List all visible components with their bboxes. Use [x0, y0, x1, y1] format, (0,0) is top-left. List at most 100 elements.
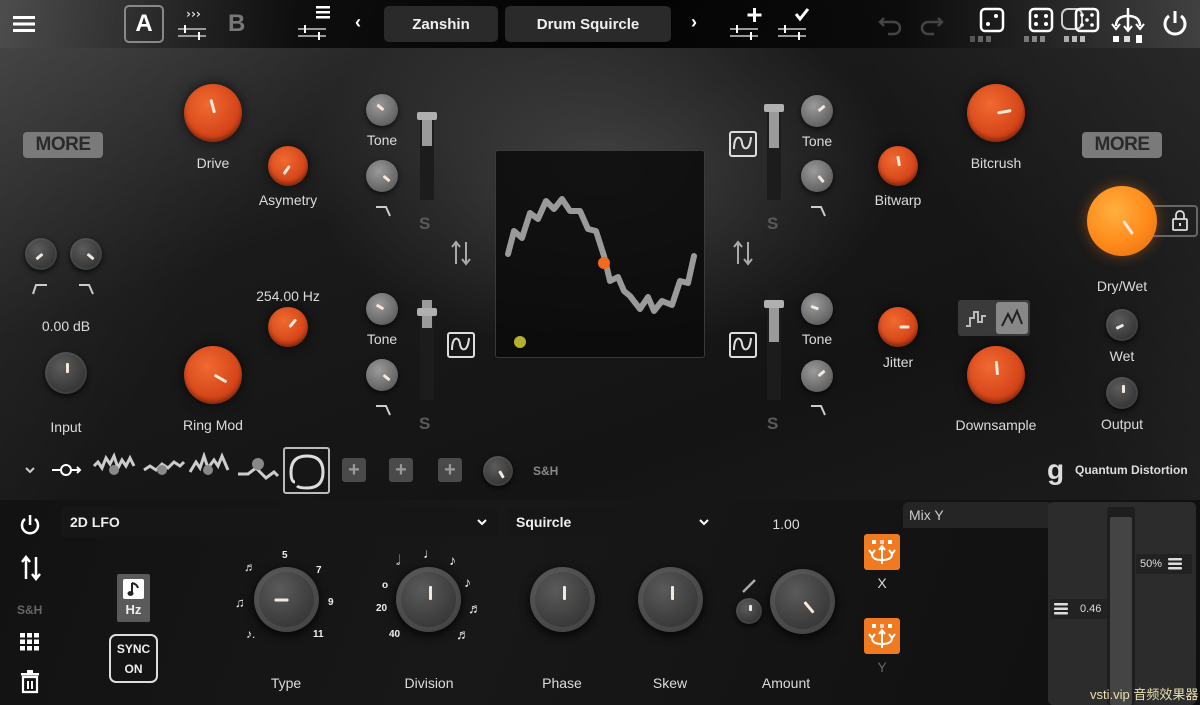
undo-icon[interactable]: [878, 10, 904, 36]
dice-2-icon[interactable]: [968, 6, 1008, 44]
downsample-mode-toggle: [958, 300, 1030, 336]
sample-hold-toggle[interactable]: S&H: [17, 603, 42, 617]
ring-mod-frequency-knob[interactable]: [268, 307, 308, 347]
solo-button-top[interactable]: S: [419, 214, 430, 234]
type-label: Type: [270, 675, 302, 691]
bitcrush-lowpass-knob-top[interactable]: [801, 160, 833, 192]
downsample-knob[interactable]: [967, 346, 1025, 404]
preset-selector[interactable]: Drum Squircle: [505, 6, 671, 42]
sine-wave-icon[interactable]: [447, 332, 475, 358]
phase-knob[interactable]: [530, 567, 595, 632]
bitcrush-mix-slider-bottom[interactable]: [764, 290, 784, 400]
sine-wave-icon[interactable]: [729, 332, 757, 358]
save-preset-icon[interactable]: [776, 4, 812, 40]
random-source-2-icon[interactable]: [142, 452, 186, 484]
mix-value-handle[interactable]: 0.46: [1050, 599, 1107, 619]
mix-percent-handle[interactable]: 50%: [1136, 554, 1192, 574]
y-modulation-target-button[interactable]: [864, 618, 900, 654]
randomize-routing-icon[interactable]: [1110, 6, 1146, 44]
mix-percent-value: 50%: [1140, 558, 1163, 570]
distortion-tone-knob-top[interactable]: [366, 94, 398, 126]
sync-button[interactable]: SYNC ON: [109, 634, 158, 683]
bitcrush-lowpass-knob-bottom[interactable]: [801, 360, 833, 392]
bitwarp-knob[interactable]: [878, 146, 918, 186]
bank-selector[interactable]: Zanshin: [384, 6, 498, 42]
next-preset-button[interactable]: ›: [691, 12, 697, 33]
output-knob[interactable]: [1106, 377, 1138, 409]
bitcrush-tone-knob-top[interactable]: [801, 95, 833, 127]
preset-b-button[interactable]: B: [228, 10, 245, 38]
previous-preset-button[interactable]: ‹: [355, 12, 361, 33]
type-knob[interactable]: [254, 567, 319, 632]
amount-knob[interactable]: [770, 569, 835, 634]
asymetry-knob[interactable]: [268, 146, 308, 186]
solo-button-bottom[interactable]: S: [767, 414, 778, 434]
dice-4-icon[interactable]: [1022, 6, 1062, 44]
grid-icon[interactable]: [19, 632, 41, 652]
linear-mode-icon[interactable]: [996, 302, 1028, 334]
swap-icon[interactable]: [732, 240, 754, 266]
preset-a-button[interactable]: A: [124, 5, 164, 43]
ring-mod-knob[interactable]: [184, 346, 242, 404]
lfo-origin-dot[interactable]: [514, 336, 526, 348]
lfo-type-dropdown[interactable]: 2D LFO: [62, 507, 498, 537]
xy-pad[interactable]: [495, 150, 705, 358]
bitcrush-mix-slider-top[interactable]: [764, 104, 784, 200]
more-left-button[interactable]: MORE: [23, 132, 103, 158]
skew-knob[interactable]: [638, 567, 703, 632]
swap-icon[interactable]: [18, 554, 44, 582]
save-new-preset-icon[interactable]: [728, 4, 764, 40]
low-cut-knob[interactable]: [25, 238, 57, 270]
mix-value: 0.46: [1080, 603, 1102, 615]
copy-a-to-b-icon[interactable]: ›››: [176, 4, 210, 40]
add-modulator-button-1[interactable]: +: [342, 458, 366, 482]
more-right-button[interactable]: MORE: [1082, 132, 1162, 158]
step-mode-icon[interactable]: [958, 300, 994, 336]
random-source-1-icon[interactable]: [92, 452, 136, 484]
lfo-shape-dropdown[interactable]: Squircle: [508, 507, 720, 537]
solo-button-bottom[interactable]: S: [419, 414, 430, 434]
rate-mode-toggle[interactable]: Hz: [117, 574, 150, 622]
dry-wet-knob[interactable]: [1087, 186, 1157, 256]
x-modulation-target-button[interactable]: [864, 534, 900, 570]
distortion-mix-slider-top[interactable]: [417, 112, 437, 200]
redo-icon[interactable]: [918, 10, 944, 36]
preset-list-icon[interactable]: [296, 4, 332, 40]
mix-panel: 50% 0.46: [1048, 502, 1196, 705]
lfo-2d-source-selected[interactable]: [283, 447, 330, 494]
swap-icon[interactable]: [450, 240, 472, 266]
wet-knob[interactable]: [1106, 309, 1138, 341]
high-cut-knob[interactable]: [70, 238, 102, 270]
envelope-source-icon[interactable]: [236, 452, 280, 484]
power-icon[interactable]: [18, 512, 42, 538]
distortion-lowpass-knob-bottom[interactable]: [366, 359, 398, 391]
jitter-knob[interactable]: [878, 307, 918, 347]
random-source-3-icon[interactable]: [188, 452, 232, 484]
dotted-note-icon: ♪.: [246, 627, 256, 641]
bitcrush-knob[interactable]: [967, 84, 1025, 142]
chevron-down-icon[interactable]: [22, 462, 38, 478]
sine-wave-icon[interactable]: [729, 131, 757, 157]
division-knob[interactable]: [396, 567, 461, 632]
trash-icon[interactable]: [19, 669, 41, 695]
distortion-tone-knob-bottom[interactable]: [366, 293, 398, 325]
distortion-mix-slider-bottom[interactable]: [417, 290, 437, 400]
power-icon[interactable]: [1160, 8, 1190, 38]
dice-multi-icon[interactable]: [1060, 6, 1104, 44]
distortion-lowpass-knob-top[interactable]: [366, 160, 398, 192]
drive-knob[interactable]: [184, 84, 242, 142]
sample-hold-knob[interactable]: [483, 456, 513, 486]
input-label: Input: [50, 419, 82, 435]
hamburger-menu-icon[interactable]: [12, 12, 36, 36]
bitcrush-tone-knob-bottom[interactable]: [801, 293, 833, 325]
amount-polarity-knob[interactable]: [736, 598, 762, 624]
mix-slider-track[interactable]: [1107, 507, 1135, 705]
input-knob[interactable]: [45, 352, 87, 394]
lock-button[interactable]: [1150, 205, 1198, 237]
add-modulator-button-3[interactable]: +: [438, 458, 462, 482]
solo-button-top[interactable]: S: [767, 214, 778, 234]
macro-link-icon[interactable]: [50, 460, 82, 480]
lfo-position-dot[interactable]: [598, 257, 610, 269]
ring-mod-label: Ring Mod: [183, 417, 243, 433]
add-modulator-button-2[interactable]: +: [389, 458, 413, 482]
